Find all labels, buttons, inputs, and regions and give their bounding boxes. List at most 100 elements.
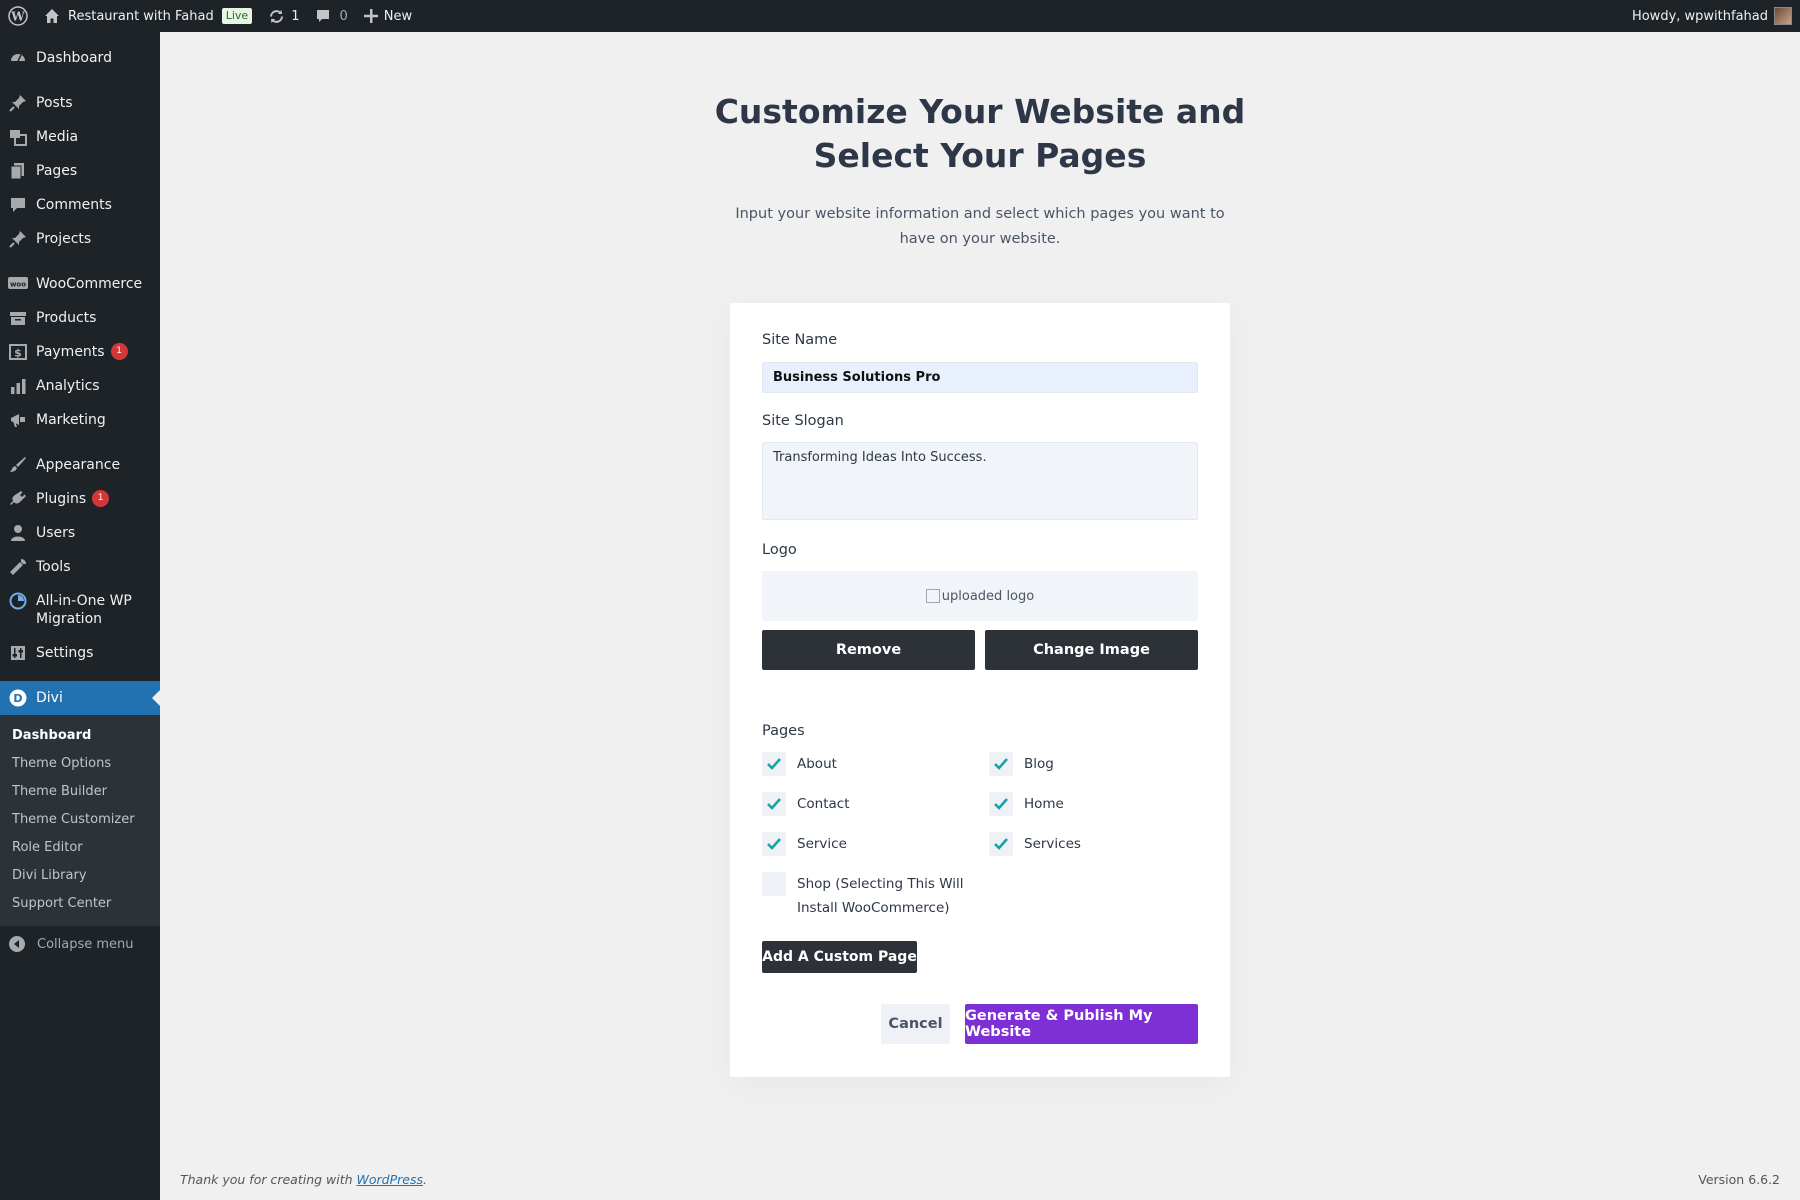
page-option-services[interactable]: Services bbox=[989, 832, 1081, 856]
wordpress-link[interactable]: WordPress bbox=[357, 1172, 423, 1187]
page-option-label: Services bbox=[1024, 836, 1081, 852]
checkbox-checked[interactable] bbox=[989, 832, 1013, 856]
sidebar-item-tools[interactable]: Tools bbox=[0, 550, 160, 584]
add-custom-page-button[interactable]: Add A Custom Page bbox=[762, 941, 917, 973]
sidebar-item-appearance[interactable]: Appearance bbox=[0, 448, 160, 482]
site-name-link[interactable]: Restaurant with Fahad Live bbox=[36, 0, 260, 32]
plugins-badge: 1 bbox=[92, 490, 110, 507]
page-option-label: Contact bbox=[797, 796, 850, 812]
sidebar-item-all-in-one-wp-migration[interactable]: All-in-One WP Migration bbox=[0, 584, 160, 636]
settings-icon bbox=[8, 644, 28, 662]
sidebar-item-projects[interactable]: Projects bbox=[0, 222, 160, 256]
sidebar-item-label: Appearance bbox=[36, 457, 121, 473]
dollar-icon: $ bbox=[8, 343, 28, 361]
logo-alt-text: uploaded logo bbox=[941, 588, 1035, 604]
logo-label: Logo bbox=[762, 542, 797, 558]
sidebar-item-label: Dashboard bbox=[36, 50, 112, 66]
collapse-arrow-icon bbox=[9, 936, 25, 952]
page-option-label: About bbox=[797, 756, 837, 772]
collapse-menu-button[interactable]: Collapse menu bbox=[0, 926, 160, 962]
svg-text:$: $ bbox=[14, 347, 22, 360]
change-image-button[interactable]: Change Image bbox=[985, 630, 1198, 670]
avatar bbox=[1774, 7, 1792, 25]
sidebar-item-settings[interactable]: Settings bbox=[0, 636, 160, 670]
sidebar-item-label: Tools bbox=[36, 559, 71, 575]
sidebar-item-comments[interactable]: Comments bbox=[0, 188, 160, 222]
logo-preview: uploaded logo bbox=[762, 571, 1198, 621]
sidebar-item-marketing[interactable]: Marketing bbox=[0, 403, 160, 437]
sidebar-item-pages[interactable]: Pages bbox=[0, 154, 160, 188]
sidebar-item-label: Projects bbox=[36, 231, 92, 247]
refresh-icon bbox=[268, 8, 285, 25]
page-option-contact[interactable]: Contact bbox=[762, 792, 850, 816]
site-name-label: Restaurant with Fahad bbox=[68, 8, 214, 24]
submenu-item-divi-library[interactable]: Divi Library bbox=[0, 862, 160, 890]
checkbox-checked[interactable] bbox=[762, 832, 786, 856]
checkbox-unchecked[interactable] bbox=[762, 872, 786, 896]
page-option-label: Home bbox=[1024, 796, 1064, 812]
sidebar-item-users[interactable]: Users bbox=[0, 516, 160, 550]
sidebar-item-plugins[interactable]: Plugins 1 bbox=[0, 482, 160, 516]
updates-count: 1 bbox=[291, 8, 300, 24]
sidebar-item-label: Media bbox=[36, 129, 79, 145]
svg-text:D: D bbox=[13, 692, 22, 705]
new-content-link[interactable]: New bbox=[356, 0, 420, 32]
page-option-label: Blog bbox=[1024, 756, 1054, 772]
generate-publish-button[interactable]: Generate & Publish My Website bbox=[965, 1004, 1198, 1044]
svg-text:woo: woo bbox=[10, 281, 26, 289]
sidebar-item-label: Marketing bbox=[36, 412, 106, 428]
page-option-home[interactable]: Home bbox=[989, 792, 1064, 816]
divi-icon: D bbox=[8, 689, 28, 707]
submenu-item-theme-builder[interactable]: Theme Builder bbox=[0, 778, 160, 806]
checkbox-checked[interactable] bbox=[762, 752, 786, 776]
site-slogan-textarea[interactable]: Transforming Ideas Into Success. bbox=[762, 442, 1198, 520]
sidebar-item-divi[interactable]: D Divi bbox=[0, 681, 160, 715]
submenu-item-role-editor[interactable]: Role Editor bbox=[0, 834, 160, 862]
sidebar-item-label: Pages bbox=[36, 163, 78, 179]
pin-icon bbox=[8, 94, 28, 112]
checkbox-checked[interactable] bbox=[762, 792, 786, 816]
checkbox-checked[interactable] bbox=[989, 792, 1013, 816]
wordpress-logo-icon[interactable]: W bbox=[0, 0, 36, 32]
cancel-button[interactable]: Cancel bbox=[881, 1004, 950, 1044]
main-content: Customize Your Website and Select Your P… bbox=[160, 32, 1800, 1200]
submenu-item-dashboard[interactable]: Dashboard bbox=[0, 722, 160, 750]
sidebar-item-posts[interactable]: Posts bbox=[0, 86, 160, 120]
howdy-label: Howdy, wpwithfahad bbox=[1631, 8, 1768, 24]
menu-separator bbox=[0, 256, 160, 267]
sidebar-item-media[interactable]: Media bbox=[0, 120, 160, 154]
comment-icon bbox=[8, 196, 28, 214]
sidebar-item-analytics[interactable]: Analytics bbox=[0, 369, 160, 403]
checkbox-checked[interactable] bbox=[989, 752, 1013, 776]
footer-thanks-suffix: . bbox=[423, 1172, 427, 1187]
sidebar-item-label: Payments bbox=[36, 344, 105, 360]
site-name-label: Site Name bbox=[762, 332, 838, 348]
page-option-shop[interactable]: Shop (Selecting This Will Install WooCom… bbox=[762, 872, 972, 920]
page-option-service[interactable]: Service bbox=[762, 832, 847, 856]
pages-label: Pages bbox=[762, 723, 805, 739]
sidebar-item-products[interactable]: Products bbox=[0, 301, 160, 335]
submenu-item-theme-options[interactable]: Theme Options bbox=[0, 750, 160, 778]
page-option-blog[interactable]: Blog bbox=[989, 752, 1054, 776]
page-subtitle: Input your website information and selec… bbox=[735, 206, 1225, 247]
setup-form-card: Site Name Site Slogan Transforming Ideas… bbox=[730, 303, 1230, 1077]
site-name-input[interactable] bbox=[762, 362, 1198, 393]
submenu-item-theme-customizer[interactable]: Theme Customizer bbox=[0, 806, 160, 834]
plug-icon bbox=[8, 490, 28, 508]
remove-logo-button[interactable]: Remove bbox=[762, 630, 975, 670]
user-icon bbox=[8, 524, 28, 542]
site-slogan-label: Site Slogan bbox=[762, 413, 844, 429]
pages-icon bbox=[8, 162, 28, 180]
my-account-link[interactable]: Howdy, wpwithfahad bbox=[1632, 7, 1800, 25]
comments-link[interactable]: 0 bbox=[307, 0, 355, 32]
page-title-line-2: Select Your Pages bbox=[813, 136, 1147, 175]
page-option-about[interactable]: About bbox=[762, 752, 837, 776]
page-option-label: Shop (Selecting This Will Install WooCom… bbox=[797, 876, 964, 916]
sidebar-item-woocommerce[interactable]: woo WooCommerce bbox=[0, 267, 160, 301]
sidebar-item-payments[interactable]: $ Payments 1 bbox=[0, 335, 160, 369]
submenu-item-support-center[interactable]: Support Center bbox=[0, 890, 160, 918]
updates-link[interactable]: 1 bbox=[260, 0, 307, 32]
wrench-icon bbox=[8, 558, 28, 576]
footer-version: Version 6.6.2 bbox=[1698, 1172, 1780, 1187]
sidebar-item-dashboard[interactable]: Dashboard bbox=[0, 41, 160, 75]
